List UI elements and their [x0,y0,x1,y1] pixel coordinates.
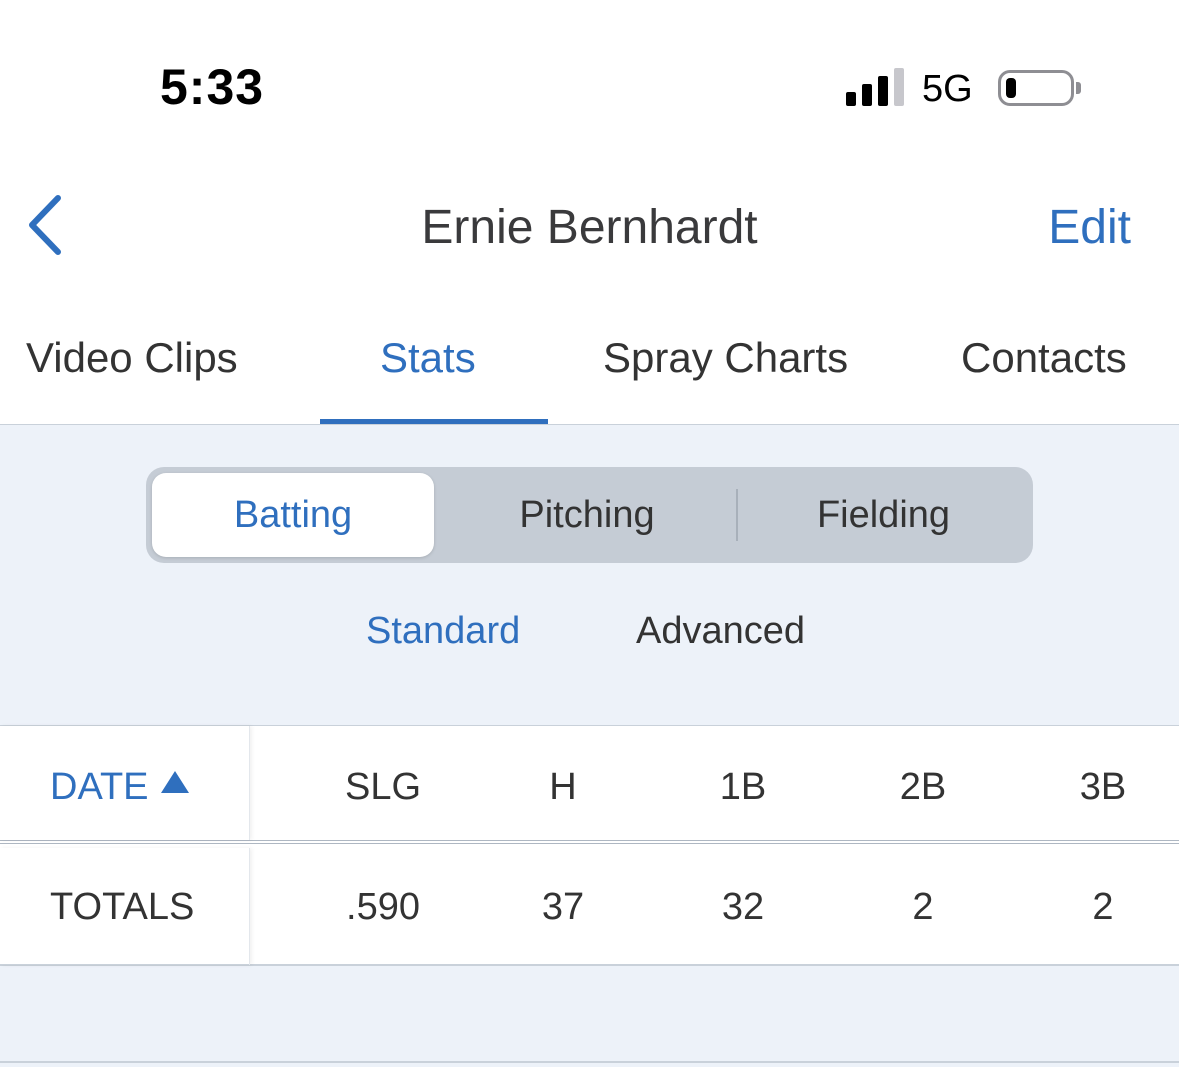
network-type: 5G [922,68,973,110]
stats-table: DATE SLG H 1B 2B 3B TOTALS .590 37 32 2 … [0,725,1179,966]
cell-slg: .590 [346,886,420,928]
cell-1b: 32 [721,886,765,928]
tab-video-clips[interactable]: Video Clips [26,334,238,382]
edit-button[interactable]: Edit [1048,200,1131,255]
cell-2b: 2 [912,886,934,928]
row-label: TOTALS [50,886,195,928]
navigation-bar: Ernie Bernhardt Edit [0,170,1179,280]
segment-batting[interactable]: Batting [152,473,434,557]
active-tab-indicator [320,419,548,424]
segment-fielding[interactable]: Fielding [740,473,1027,557]
column-header-slg[interactable]: SLG [313,766,453,809]
column-header-2b[interactable]: 2B [853,766,993,809]
frozen-column: TOTALS [0,848,250,965]
segment-divider [736,489,738,541]
column-header-h[interactable]: H [493,766,633,809]
tab-contacts[interactable]: Contacts [961,334,1127,382]
triangle-up-icon [160,771,189,793]
column-header-3b[interactable]: 3B [1033,766,1173,809]
status-time: 5:33 [160,59,265,115]
page-title: Ernie Bernhardt [421,201,758,254]
column-header-1b[interactable]: 1B [673,766,813,809]
cell-3b: 2 [1092,886,1114,928]
status-bar: 5:33 5G [0,0,1179,150]
cell-h: 37 [541,886,585,928]
battery-cap [1076,82,1081,94]
date-sort-header[interactable]: DATE [50,766,189,809]
stat-type-segmented-control: Batting Pitching Fielding [146,467,1033,563]
table-header-row: DATE SLG H 1B 2B 3B [0,726,1179,844]
subtab-advanced[interactable]: Advanced [636,610,805,653]
divider [0,1061,1179,1063]
segment-pitching[interactable]: Pitching [440,473,734,557]
date-header-label: DATE [50,766,149,808]
subtab-standard[interactable]: Standard [366,610,520,653]
battery-icon [998,70,1074,106]
stats-content: Batting Pitching Fielding Standard Advan… [0,425,1179,1067]
cellular-signal-icon [846,68,906,106]
tab-spray-charts[interactable]: Spray Charts [603,334,848,382]
tab-bar: Video Clips Stats Spray Charts Contacts [0,310,1179,425]
frozen-column: DATE [0,726,250,840]
tab-stats[interactable]: Stats [380,334,476,382]
table-row: TOTALS .590 37 32 2 2 [0,848,1179,965]
stat-view-toggle: Standard Advanced [0,610,1179,670]
